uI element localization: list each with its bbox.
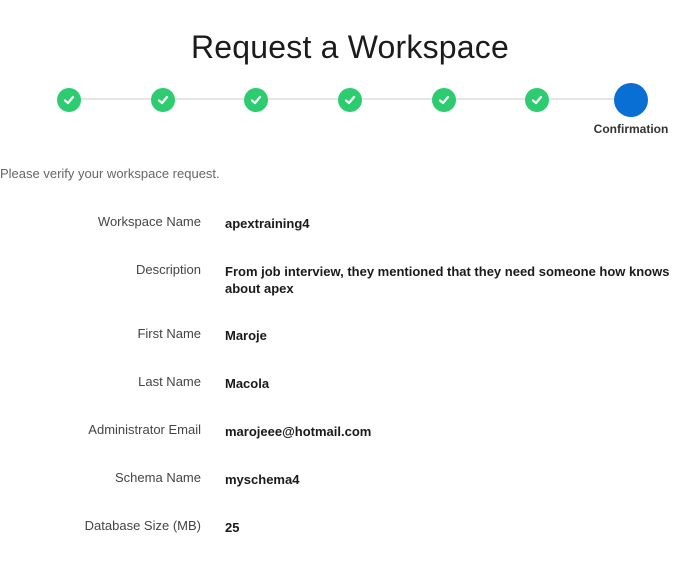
last-name-value: Macola	[225, 376, 270, 391]
first-name-label: First Name	[137, 326, 201, 341]
verification-intro-text: Please verify your workspace request.	[0, 166, 220, 181]
admin-email-value: marojeee@hotmail.com	[225, 424, 372, 439]
first-name-value: Maroje	[225, 328, 267, 343]
checkmark-icon	[250, 95, 262, 105]
wizard-step-label-confirmation: Confirmation	[593, 122, 669, 136]
database-size-label: Database Size (MB)	[84, 518, 201, 533]
workspace-name-label: Workspace Name	[97, 214, 201, 229]
last-name-label: Last Name	[138, 374, 201, 389]
checkmark-icon	[531, 95, 543, 105]
schema-name-label: Schema Name	[115, 470, 201, 485]
wizard-step-5-complete	[432, 88, 456, 112]
description-label: Description	[135, 262, 201, 277]
wizard-step-2-complete	[151, 88, 175, 112]
schema-name-value: myschema4	[225, 472, 300, 487]
wizard-step-6-complete	[525, 88, 549, 112]
wizard-step-3-complete	[244, 88, 268, 112]
wizard-step-current	[614, 83, 648, 117]
wizard-step-1-complete	[57, 88, 81, 112]
checkmark-icon	[344, 95, 356, 105]
page-title: Request a Workspace	[190, 29, 510, 66]
description-value: From job interview, they mentioned that …	[225, 264, 670, 296]
checkmark-icon	[63, 95, 75, 105]
checkmark-icon	[438, 95, 450, 105]
wizard-step-4-complete	[338, 88, 362, 112]
checkmark-icon	[157, 95, 169, 105]
admin-email-label: Administrator Email	[88, 422, 201, 437]
database-size-value: 25	[225, 520, 240, 535]
workspace-name-value: apextraining4	[225, 216, 310, 231]
